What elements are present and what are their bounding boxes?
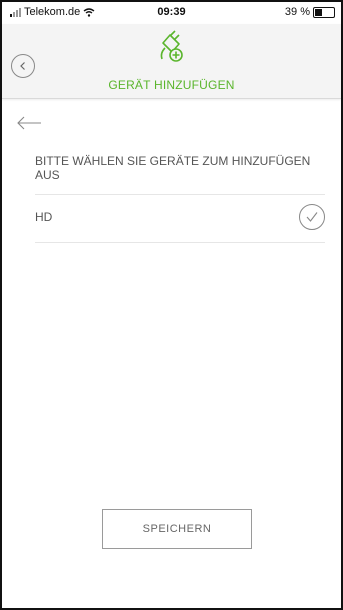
checkmark-icon — [306, 212, 318, 222]
save-button[interactable]: SPEICHERN — [102, 509, 252, 549]
battery-status: 39 % — [285, 6, 335, 18]
device-label: HD — [35, 210, 53, 224]
instruction-text: BITTE WÄHLEN SIE GERÄTE ZUM HINZUFÜGEN A… — [35, 154, 311, 182]
battery-icon — [313, 6, 335, 18]
battery-percent: 39 % — [284, 6, 310, 18]
app-header: GERÄT HINZUFÜGEN — [2, 24, 341, 99]
add-plug-icon — [160, 30, 183, 62]
divider — [35, 194, 325, 195]
device-list-item[interactable]: HD — [35, 196, 325, 240]
arrow-left-icon[interactable] — [16, 116, 42, 130]
divider — [35, 242, 325, 243]
check-circle-icon[interactable] — [299, 204, 325, 230]
back-circle-button[interactable] — [11, 54, 35, 78]
status-bar: Telekom.de 09:39 39 % — [2, 2, 341, 24]
chevron-left-icon — [20, 62, 25, 70]
page-title: GERÄT HINZUFÜGEN — [108, 78, 235, 92]
